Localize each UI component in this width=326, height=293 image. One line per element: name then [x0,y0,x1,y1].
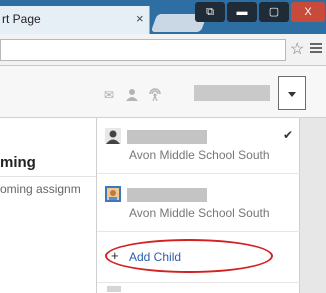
more-items-stub [97,282,301,293]
tab-close-icon[interactable]: × [136,11,144,26]
section-subtext: oming assignm [0,182,81,196]
app-header: ✉ [0,66,326,118]
divider [0,176,96,177]
browser-tab[interactable]: rt Page × [0,6,150,34]
window-controls: ⧉ ▬ ▢ X [194,0,326,24]
child-item[interactable]: Avon Middle School South [97,176,301,232]
person-icon[interactable] [126,88,138,104]
restore-window-icon[interactable]: ⧉ [195,2,225,22]
section-heading: ming [0,154,36,171]
chevron-down-icon [288,92,296,97]
child-school: Avon Middle School South [129,206,270,220]
right-gutter [300,118,326,293]
student-photo-icon [105,186,121,202]
child-item[interactable]: Avon Middle School South ✔ [97,118,301,174]
maximize-icon[interactable]: ▢ [259,2,289,22]
mail-icon[interactable]: ✉ [104,88,114,102]
address-bar[interactable] [0,39,286,61]
child-selector-dropdown: Avon Middle School South ✔ Avon Middle S… [96,118,301,293]
browser-menu-icon[interactable] [310,43,322,53]
tab-title: rt Page [2,12,41,26]
browser-toolbar: ☆ [0,34,326,66]
user-dropdown-toggle[interactable] [278,76,306,110]
bookmark-star-icon[interactable]: ☆ [290,39,304,59]
child-school: Avon Middle School South [129,148,270,162]
add-child-button[interactable]: + Add Child [97,238,301,274]
browser-titlebar: rt Page × ⧉ ▬ ▢ X [0,0,326,34]
page-content: ming oming assignm [0,118,96,293]
person-silhouette-icon [105,128,121,144]
minimize-icon[interactable]: ▬ [227,2,257,22]
checkmark-icon: ✔ [283,128,294,142]
child-name-redacted [127,188,207,202]
close-window-icon[interactable]: X [291,2,325,22]
child-name-redacted [127,130,207,144]
radio-icon[interactable] [148,88,162,104]
user-name-redacted [194,85,270,101]
annotation-highlight-oval [105,239,273,273]
